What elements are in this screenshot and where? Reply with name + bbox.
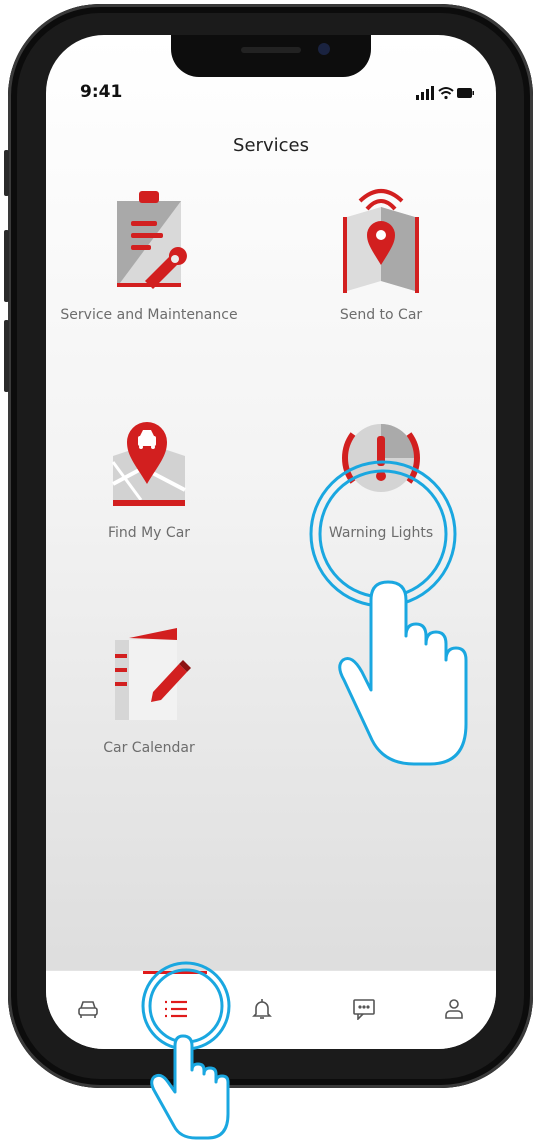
tab-services[interactable] — [156, 989, 196, 1029]
send-to-car-label: Send to Car — [339, 307, 423, 323]
person-icon — [445, 999, 463, 1019]
front-camera — [318, 43, 330, 55]
battery-icon — [457, 88, 474, 98]
find-my-car-label: Find My Car — [107, 525, 191, 541]
volume-down-button — [4, 320, 9, 392]
calendar-pencil-icon — [115, 628, 191, 720]
car-calendar-label: Car Calendar — [103, 740, 195, 756]
page-title: Services — [233, 135, 309, 156]
bell-icon — [252, 999, 272, 1019]
volume-up-button — [4, 230, 9, 302]
tab-car[interactable] — [68, 989, 108, 1029]
map-signal-icon — [343, 189, 419, 293]
service-maintenance-tile[interactable]: Service and Maintenance — [46, 187, 264, 323]
status-icons — [416, 85, 474, 104]
status-time: 9:41 — [80, 82, 123, 102]
speaker — [241, 47, 301, 53]
list-icon — [165, 1000, 187, 1018]
warning-light-icon — [342, 424, 420, 492]
send-to-car-tile[interactable]: Send to Car — [266, 187, 496, 323]
warning-lights-tile[interactable]: Warning Lights — [266, 400, 496, 541]
car-calendar-tile[interactable]: Car Calendar — [46, 620, 264, 756]
tab-profile[interactable] — [434, 989, 474, 1029]
tab-bar — [46, 970, 496, 1049]
map-pin-car-icon — [111, 422, 186, 506]
silent-switch — [4, 150, 9, 196]
tab-messages[interactable] — [344, 989, 384, 1029]
tab-notifications[interactable] — [242, 989, 282, 1029]
chat-icon — [353, 999, 375, 1020]
find-my-car-tile[interactable]: Find My Car — [46, 400, 264, 541]
signal-icon — [416, 86, 434, 100]
warning-lights-label: Warning Lights — [328, 525, 434, 541]
active-tab-indicator — [143, 971, 207, 974]
car-icon — [78, 1001, 98, 1018]
service-maintenance-label: Service and Maintenance — [60, 307, 238, 323]
wifi-icon — [438, 87, 454, 100]
clipboard-wrench-icon — [117, 191, 187, 289]
notch — [171, 35, 371, 77]
phone-screen: 9:41 Services Service and Maintenance Se… — [46, 35, 496, 1049]
